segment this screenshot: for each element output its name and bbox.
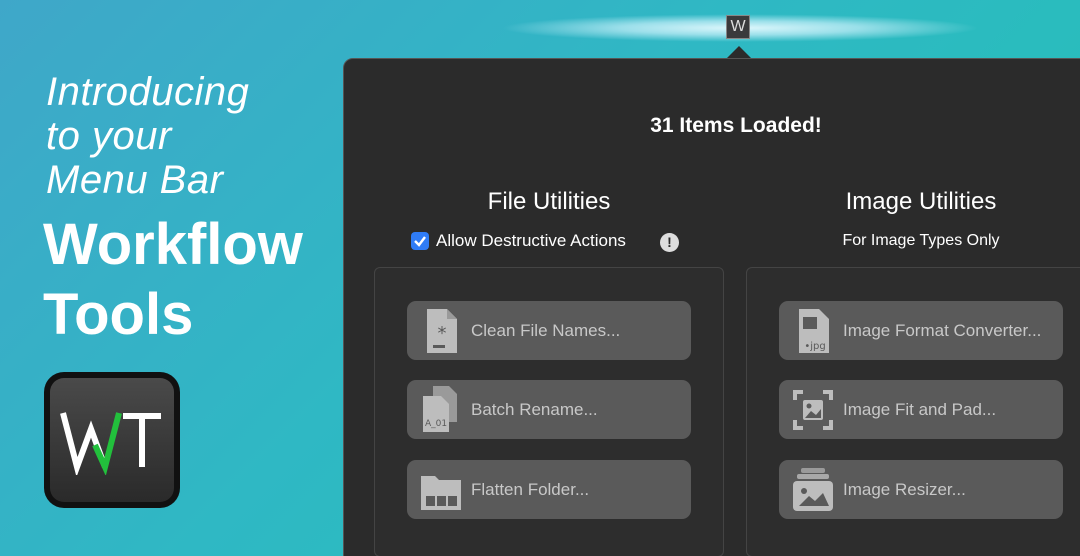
status-message: 31 Items Loaded! [650,114,822,137]
product-headline: Workflow Tools [43,210,303,350]
tool-label: Batch Rename... [471,399,598,419]
intro-line: Menu Bar [46,158,224,202]
image-resizer-button[interactable]: Image Resizer... [779,460,1063,519]
info-icon[interactable]: ! [660,233,679,252]
tool-label: Flatten Folder... [471,479,590,499]
tool-label: Image Fit and Pad... [843,399,997,419]
headline-line: Tools [43,282,194,347]
svg-text:•jpg: •jpg [804,341,825,352]
image-format-converter-button[interactable]: •jpg Image Format Converter... [779,301,1063,360]
allow-destructive-label: Allow Destructive Actions [436,231,626,250]
batch-rename-button[interactable]: A_01 Batch Rename... [407,380,691,439]
image-utilities-title: Image Utilities [845,188,997,215]
tool-label: Image Resizer... [843,479,966,499]
tool-label: Clean File Names... [471,320,621,340]
checkbox-checked[interactable] [411,232,429,250]
wt-logo-icon [60,412,161,475]
headline-line: Workflow [43,212,303,277]
image-stack-icon [793,467,833,511]
checkmark-icon [414,236,426,247]
jpg-doc-icon: •jpg [799,308,829,353]
file-utilities-title: File Utilities [487,188,611,215]
svg-text:*: * [438,323,447,344]
popover-arrow [727,46,751,58]
intro-text: Introducing to your Menu Bar [46,70,249,202]
intro-line: to your [46,114,172,158]
stacked-docs-icon: A_01 [423,385,457,432]
image-frame-icon [793,389,833,430]
folder-icon [421,475,461,510]
allow-destructive-toggle[interactable]: Allow Destructive Actions [411,231,626,251]
image-utilities-subtitle: For Image Types Only [842,232,1000,249]
app-logo [44,372,180,508]
menubar-app-icon[interactable]: W [726,15,750,39]
intro-line: Introducing [46,70,250,114]
svg-text:A_01: A_01 [425,419,447,429]
flatten-folder-button[interactable]: Flatten Folder... [407,460,691,519]
clean-file-names-button[interactable]: * Clean File Names... [407,301,691,360]
tool-label: Image Format Converter... [843,320,1042,340]
asterisk-doc-icon: * [427,308,457,353]
image-fit-and-pad-button[interactable]: Image Fit and Pad... [779,380,1063,439]
